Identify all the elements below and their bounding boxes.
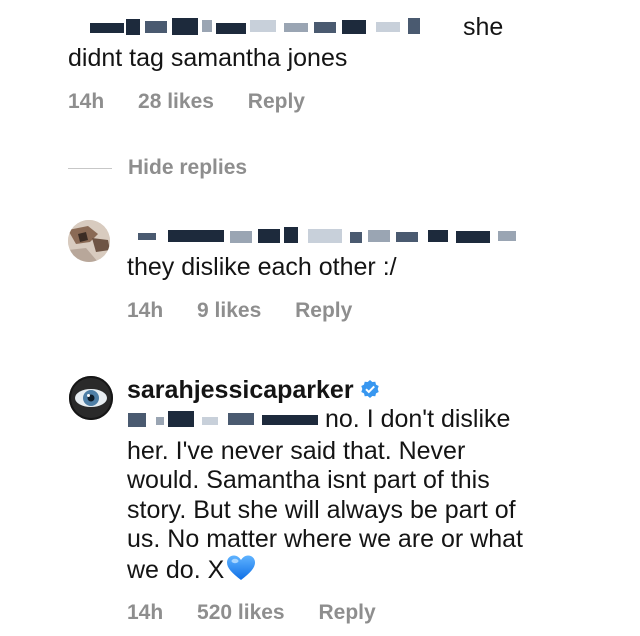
comment-1-text: didnt tag samantha jones <box>68 44 348 72</box>
comment-3-text-line1: no. I don't dislike <box>325 405 511 433</box>
comment-3-last-line: we do. X <box>127 556 225 584</box>
avatar-commenter-2[interactable] <box>68 220 110 262</box>
comment-2-time: 14h <box>127 299 164 322</box>
comment-3-text-line3: would. Samantha isnt part of this <box>127 466 490 494</box>
comment-2-meta: 14h 9 likes Reply <box>127 299 380 323</box>
comment-3-time: 14h <box>127 601 164 624</box>
comment-2-likes[interactable]: 9 likes <box>197 299 261 322</box>
comment-2-text: they dislike each other :/ <box>127 253 397 281</box>
comment-3-text-line5: us. No matter where we are or what <box>127 525 523 553</box>
comment-1-meta: 14h 28 likes Reply <box>68 90 333 114</box>
comment-3-text-line4: story. But she will always be part of <box>127 496 516 524</box>
comment-3-likes[interactable]: 520 likes <box>197 601 285 624</box>
verified-badge-icon <box>360 377 380 406</box>
comment-1-text-tail: she <box>463 13 504 41</box>
blue-heart-icon <box>226 554 256 589</box>
comment-3-text-line2: her. I've never said that. Never <box>127 437 466 465</box>
comment-1-likes[interactable]: 28 likes <box>138 90 214 113</box>
hide-replies-divider <box>68 168 112 169</box>
comment-1-time: 14h <box>68 90 105 113</box>
comment-2-reply-button[interactable]: Reply <box>295 299 352 322</box>
hide-replies-button[interactable]: Hide replies <box>128 156 247 180</box>
redacted-username-2 <box>138 223 518 249</box>
comment-3-username-text[interactable]: sarahjessicaparker <box>127 376 354 404</box>
comment-1-reply-button[interactable]: Reply <box>248 90 305 113</box>
comment-3-meta: 14h 520 likes Reply <box>127 601 404 625</box>
redacted-username-1 <box>90 14 430 40</box>
redacted-mention-3 <box>128 407 328 433</box>
comment-3-reply-button[interactable]: Reply <box>318 601 375 624</box>
comment-3-username[interactable]: sarahjessicaparker <box>127 376 380 406</box>
avatar-sarahjessicaparker[interactable] <box>69 376 113 420</box>
comment-3-text-line6: we do. X <box>127 554 256 589</box>
